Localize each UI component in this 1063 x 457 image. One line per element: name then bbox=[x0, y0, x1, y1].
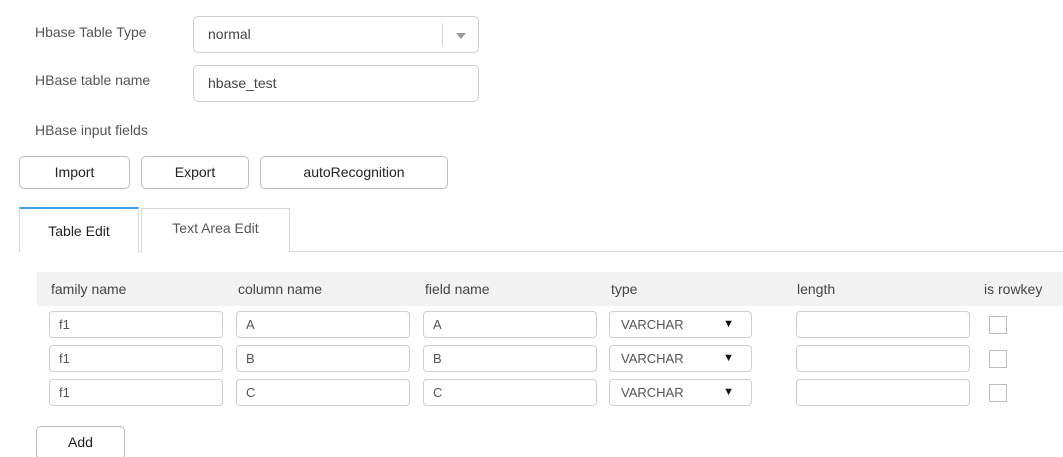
table-name-input[interactable]: hbase_test bbox=[193, 65, 479, 102]
caret-down-icon: ▼ bbox=[723, 318, 734, 330]
rowkey-checkbox[interactable] bbox=[989, 350, 1007, 368]
type-select[interactable]: VARCHAR ▼ bbox=[609, 379, 752, 406]
column-name-input[interactable]: B bbox=[236, 345, 410, 372]
family-name-input[interactable]: f1 bbox=[49, 345, 223, 372]
type-value: VARCHAR bbox=[621, 317, 684, 332]
length-input[interactable] bbox=[796, 311, 970, 338]
input-fields-label: HBase input fields bbox=[35, 122, 148, 138]
family-name-input[interactable]: f1 bbox=[49, 379, 223, 406]
table-name-label: HBase table name bbox=[35, 72, 151, 88]
type-value: VARCHAR bbox=[621, 351, 684, 366]
table-type-select[interactable]: normal bbox=[193, 16, 479, 53]
caret-down-icon: ▼ bbox=[723, 352, 734, 364]
column-name-input[interactable]: C bbox=[236, 379, 410, 406]
table-name-value: hbase_test bbox=[208, 75, 277, 91]
add-row-button[interactable]: Add bbox=[36, 426, 125, 457]
field-name-input[interactable]: B bbox=[423, 345, 597, 372]
column-header-rowkey: is rowkey bbox=[984, 281, 1043, 297]
type-value: VARCHAR bbox=[621, 385, 684, 400]
import-button[interactable]: Import bbox=[19, 156, 130, 189]
field-name-input[interactable]: A bbox=[423, 311, 597, 338]
length-input[interactable] bbox=[796, 345, 970, 372]
table-header bbox=[37, 272, 1063, 306]
column-header-column: column name bbox=[238, 281, 323, 297]
rowkey-checkbox[interactable] bbox=[989, 384, 1007, 402]
table-type-value: normal bbox=[208, 26, 251, 42]
auto-recognition-button[interactable]: autoRecognition bbox=[260, 156, 448, 189]
length-input[interactable] bbox=[796, 379, 970, 406]
family-name-input[interactable]: f1 bbox=[49, 311, 223, 338]
column-header-family: family name bbox=[51, 281, 127, 297]
column-header-field: field name bbox=[425, 281, 490, 297]
type-select[interactable]: VARCHAR ▼ bbox=[609, 345, 752, 372]
caret-down-icon: ▼ bbox=[723, 386, 734, 398]
type-select[interactable]: VARCHAR ▼ bbox=[609, 311, 752, 338]
rowkey-checkbox[interactable] bbox=[989, 316, 1007, 334]
column-header-type: type bbox=[611, 281, 638, 297]
column-name-input[interactable]: A bbox=[236, 311, 410, 338]
column-header-length: length bbox=[797, 281, 836, 297]
export-button[interactable]: Export bbox=[141, 156, 249, 189]
tab-text-area-edit[interactable]: Text Area Edit bbox=[141, 208, 290, 252]
table-type-label: Hbase Table Type bbox=[35, 24, 147, 40]
field-name-input[interactable]: C bbox=[423, 379, 597, 406]
chevron-down-icon[interactable] bbox=[442, 23, 478, 46]
tab-table-edit[interactable]: Table Edit bbox=[19, 207, 139, 252]
